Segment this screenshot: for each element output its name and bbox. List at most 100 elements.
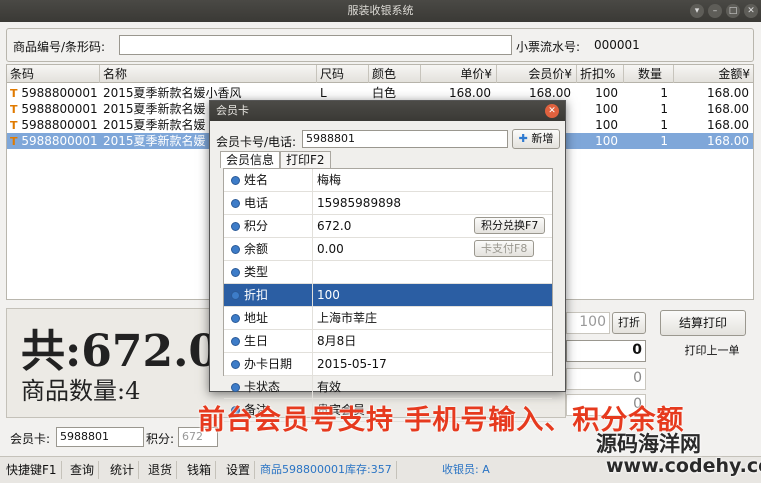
tab-print[interactable]: 打印F2 (280, 151, 331, 168)
cell-price-text: 168.00 (449, 86, 491, 100)
add-member-button[interactable]: ✚ 新增 (512, 129, 560, 149)
col-header-qty[interactable]: 数量 (624, 65, 674, 83)
dialog-titlebar: 会员卡 ✕ (210, 101, 565, 121)
cell-code: T 5988800001 (7, 85, 100, 101)
bullet-icon (231, 222, 240, 231)
member-field-name: 余额 (244, 242, 269, 256)
shortcut-button[interactable]: 快捷键F1 (2, 461, 62, 479)
cell-qty-text: 1 (660, 102, 668, 116)
stock-status: 商品598800001库存:357 (256, 461, 397, 479)
menu-icon[interactable]: ▾ (690, 4, 704, 18)
col-header-size[interactable]: 尺码 (317, 65, 369, 83)
member-field-name: 电话 (244, 196, 269, 210)
window-title: 服装收银系统 (347, 4, 414, 17)
item-type-icon: T (10, 135, 22, 148)
cell-amount: 168.00 (674, 133, 753, 149)
bullet-icon (231, 199, 240, 208)
cash-drawer-button[interactable]: 钱箱 (183, 461, 217, 479)
cell-code: T 5988800001 (7, 101, 100, 117)
minimize-icon[interactable]: – (708, 4, 722, 18)
cell-amount-text: 168.00 (707, 102, 749, 116)
cashier-status: 收银员: A (442, 463, 490, 476)
received-input[interactable]: 0 (566, 340, 646, 362)
grid-header: 条码 名称 尺码 颜色 单价¥ 会员价¥ 折扣% 数量 金额¥ (7, 65, 753, 83)
product-code-input[interactable] (119, 35, 512, 55)
member-field-value (312, 261, 554, 284)
cell-discount-text: 100 (595, 86, 618, 100)
member-field-value: 100 (312, 284, 554, 307)
col-header-amount[interactable]: 金额¥ (674, 65, 753, 83)
cell-member-price: 168.00 (497, 85, 577, 101)
col-header-price[interactable]: 单价¥ (421, 65, 497, 83)
cell-code-text: 5988800001 (21, 102, 98, 116)
tab-member-info[interactable]: 会员信息 (220, 151, 281, 168)
settings-button[interactable]: 设置 (222, 461, 256, 479)
cell-amount-text: 168.00 (707, 118, 749, 132)
col-header-color[interactable]: 颜色 (369, 65, 421, 83)
member-field-name: 卡状态 (244, 380, 281, 394)
bullet-icon (231, 268, 240, 277)
window-titlebar: 服装收银系统 ▾ – □ ✕ (0, 0, 761, 22)
member-field-value: 梅梅 (312, 169, 554, 192)
member-field-row[interactable]: 卡状态 有效 (224, 376, 552, 399)
member-field-row[interactable]: 办卡日期 2015-05-17 (224, 353, 552, 376)
search-panel: 商品编号/条形码: 小票流水号: 000001 (6, 28, 754, 62)
cell-discount: 100 (577, 101, 624, 117)
statistics-button[interactable]: 统计 (106, 461, 140, 479)
cell-name-text: 2015夏季新款名媛 (103, 118, 206, 132)
card-phone-input[interactable]: 5988801 (302, 130, 508, 148)
cell-qty: 1 (624, 85, 674, 101)
cell-name: 2015夏季新款名媛小香风 (100, 85, 317, 101)
member-field-row[interactable]: 地址 上海市莘庄 (224, 307, 552, 330)
member-field-row[interactable]: 折扣 100 (224, 284, 552, 307)
maximize-icon[interactable]: □ (726, 4, 740, 18)
points-exchange-button[interactable]: 积分兑换F7 (474, 217, 546, 234)
member-field-row[interactable]: 电话 15985989898 (224, 192, 552, 215)
bullet-icon (231, 176, 240, 185)
member-field-row[interactable]: 生日 8月8日 (224, 330, 552, 353)
plus-icon: ✚ (518, 132, 528, 145)
cell-qty: 1 (624, 133, 674, 149)
cell-member-price-text: 168.00 (529, 86, 571, 100)
return-button[interactable]: 退货 (144, 461, 178, 479)
bullet-icon (231, 291, 240, 300)
col-header-discount[interactable]: 折扣% (577, 65, 624, 83)
cell-discount: 100 (577, 133, 624, 149)
cell-qty-text: 1 (660, 86, 668, 100)
cell-amount: 168.00 (674, 101, 753, 117)
cell-size-text: L (320, 86, 327, 100)
watermark-text: 源码海洋网 (596, 432, 701, 456)
close-icon[interactable]: ✕ (744, 4, 758, 18)
reprint-button[interactable]: 打印上一单 (676, 342, 748, 362)
col-header-name[interactable]: 名称 (100, 65, 317, 83)
total-amount: 共:672.0 (21, 326, 220, 377)
item-count: 商品数量:4 (21, 377, 141, 405)
cell-color: 白色 (369, 85, 421, 101)
cell-discount-text: 100 (595, 118, 618, 132)
cell-qty: 1 (624, 117, 674, 133)
points-label: 积分: (146, 432, 175, 446)
cell-qty: 1 (624, 101, 674, 117)
checkout-print-button[interactable]: 结算打印 (660, 310, 746, 336)
item-type-icon: T (10, 103, 22, 116)
member-field-value: 15985989898 (312, 192, 554, 215)
product-code-label: 商品编号/条形码: (13, 40, 106, 54)
table-row[interactable]: T 5988800001 2015夏季新款名媛小香风 L 白色 168.00 168.00… (7, 85, 753, 101)
discount-input[interactable]: 100 (566, 312, 610, 334)
member-field-name: 类型 (244, 265, 269, 279)
cell-code: T 5988800001 (7, 133, 100, 149)
discount-button[interactable]: 打折 (612, 312, 646, 334)
cell-name-text: 2015夏季新款名媛 (103, 102, 206, 116)
cell-amount: 168.00 (674, 85, 753, 101)
card-pay-button[interactable]: 卡支付F8 (474, 240, 535, 257)
cell-discount: 100 (577, 117, 624, 133)
member-field-row[interactable]: 类型 (224, 261, 552, 284)
dialog-close-icon[interactable]: ✕ (545, 104, 559, 118)
member-field-row[interactable]: 姓名 梅梅 (224, 169, 552, 192)
col-header-code[interactable]: 条码 (7, 65, 100, 83)
cell-qty-text: 1 (660, 118, 668, 132)
query-button[interactable]: 查询 (66, 461, 100, 479)
col-header-member-price[interactable]: 会员价¥ (497, 65, 577, 83)
member-card-input[interactable]: 5988801 (56, 427, 144, 447)
cell-amount: 168.00 (674, 117, 753, 133)
